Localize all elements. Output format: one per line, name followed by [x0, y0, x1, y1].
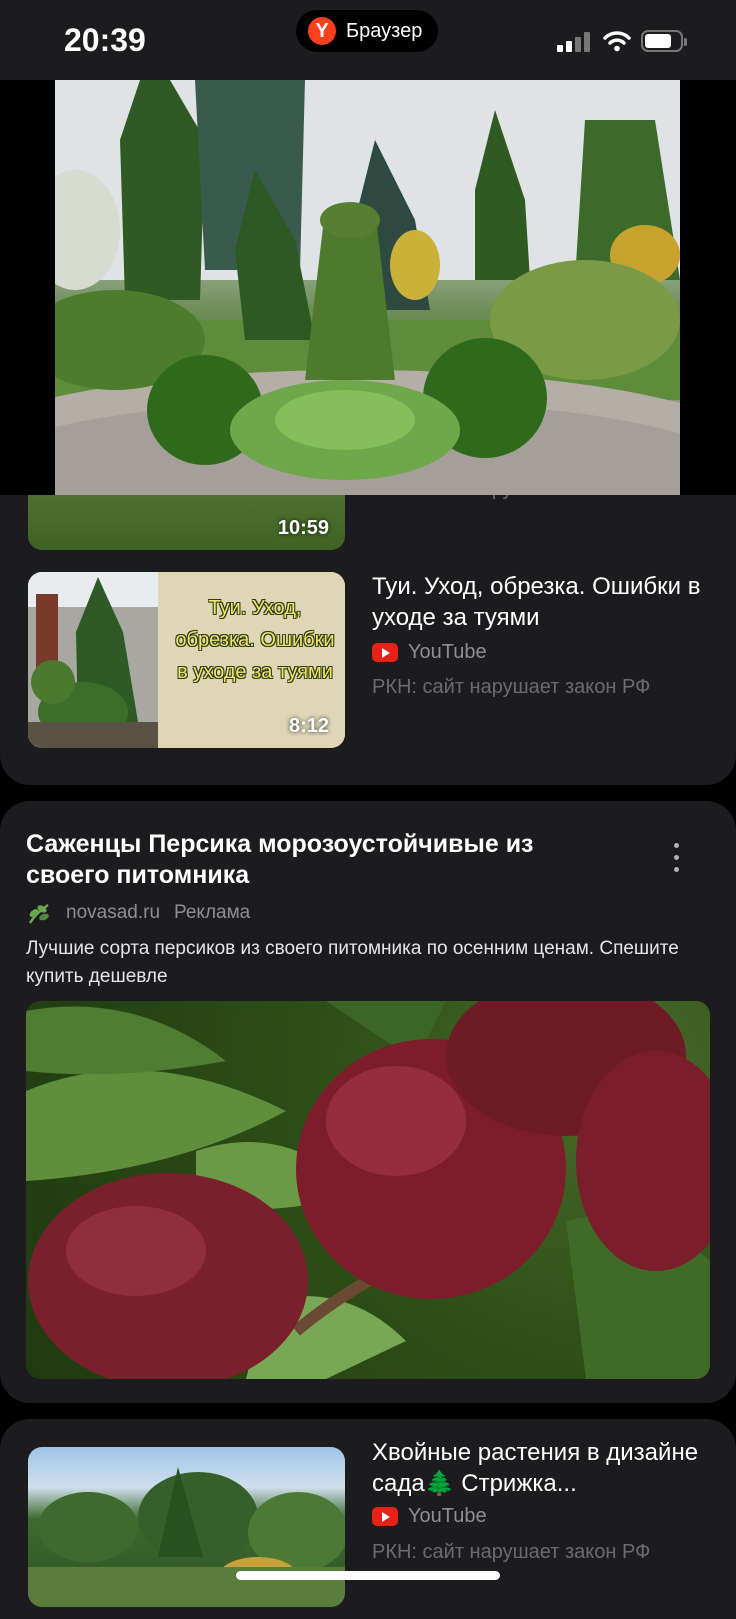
- app-indicator[interactable]: Браузер: [296, 10, 439, 52]
- garden-preview-image[interactable]: [55, 80, 680, 495]
- rkn-warning: РКН: сайт нарушает закон РФ: [372, 676, 651, 698]
- home-indicator[interactable]: [236, 1571, 500, 1580]
- video-title[interactable]: Туи. Уход, обрезка. Ошибки в уходе за ту…: [372, 571, 712, 633]
- wifi-icon: [603, 30, 631, 57]
- peach-image[interactable]: [26, 1001, 710, 1379]
- thumbnail-caption: Туи. Уход, обрезка. Ошибки в уходе за ту…: [175, 597, 335, 683]
- status-bar: 20:39 Браузер: [0, 0, 736, 80]
- video-source[interactable]: YouTube: [372, 1505, 487, 1528]
- yandex-logo-icon: [308, 17, 336, 45]
- video-duration: 10:59: [277, 517, 329, 539]
- ad-description: Лучшие сорта персиков из своего питомник…: [26, 938, 679, 987]
- source-label: YouTube: [408, 641, 487, 663]
- overlay-right-bar: [680, 80, 736, 495]
- video-thumbnail[interactable]: Туи. Уход, обрезка. Ошибки в уходе за ту…: [28, 572, 345, 748]
- battery-icon: [641, 30, 687, 52]
- ad-title[interactable]: Саженцы Персика морозоустойчивые из свое…: [26, 829, 586, 891]
- video-results-card: Хвойные растения в дизайне сада🌲 Стрижка…: [0, 1419, 736, 1619]
- rkn-warning: РКН: сайт нарушает закон РФ: [372, 1541, 651, 1563]
- app-name: Браузер: [346, 19, 423, 42]
- video-thumbnail[interactable]: [28, 1447, 345, 1607]
- clock: 20:39: [64, 22, 146, 58]
- video-duration: 8:12: [288, 715, 329, 737]
- ad-source[interactable]: novasad.ru Реклама: [26, 901, 250, 925]
- video-title[interactable]: Хвойные растения в дизайне сада🌲 Стрижка…: [372, 1437, 712, 1499]
- cellular-signal-icon: [557, 32, 591, 52]
- youtube-icon: [372, 1507, 398, 1526]
- more-options-icon[interactable]: [674, 843, 680, 879]
- youtube-icon: [372, 643, 398, 662]
- video-source[interactable]: YouTube: [372, 641, 487, 664]
- ad-label: Реклама: [174, 902, 251, 923]
- ad-card[interactable]: Саженцы Персика морозоустойчивые из свое…: [0, 801, 736, 1403]
- overlay-left-bar: [0, 80, 55, 495]
- source-label: YouTube: [408, 1505, 487, 1527]
- ad-domain: novasad.ru: [66, 902, 161, 923]
- site-favicon-icon: [26, 901, 52, 925]
